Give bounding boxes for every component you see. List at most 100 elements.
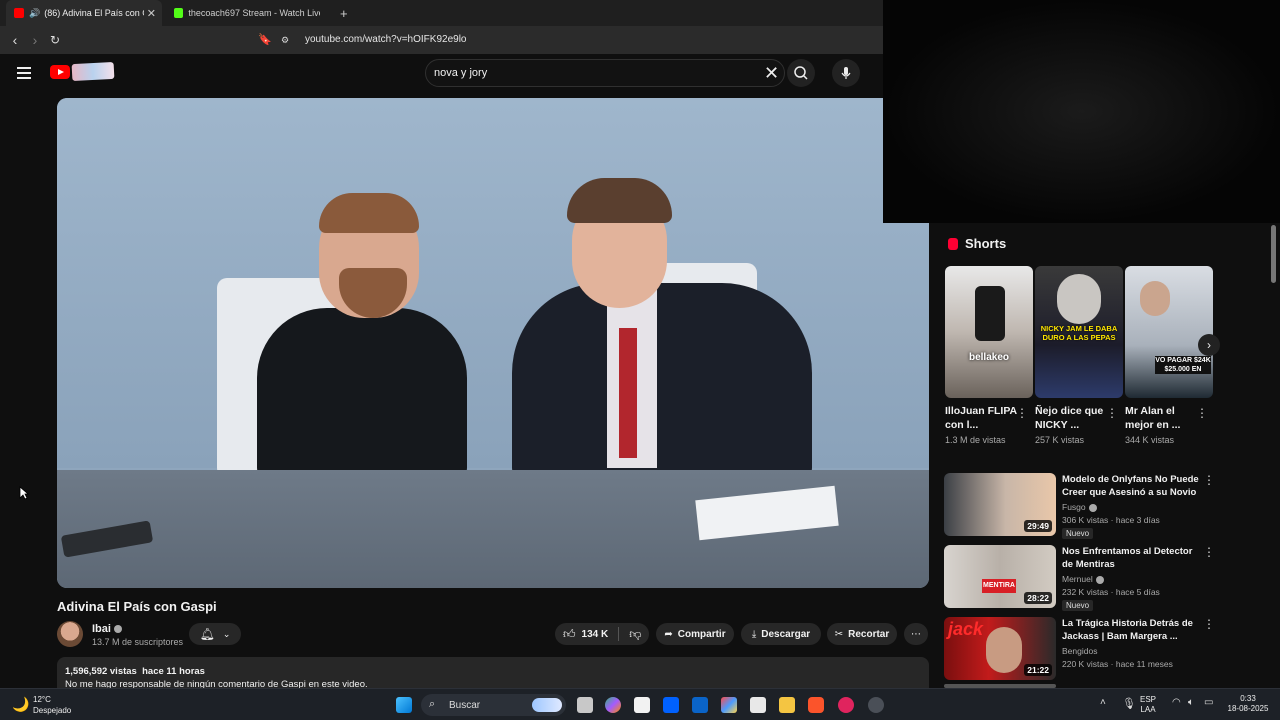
video-card-channel[interactable]: Bengidos [1062, 646, 1097, 656]
video-thumbnail[interactable]: MENTIRA 28:22 [944, 545, 1056, 608]
scissors-icon: ✂ [834, 628, 844, 640]
recommended-video[interactable]: MENTIRA 28:22 Nos Enfrentamos al Detecto… [944, 545, 1215, 611]
short-thumbnail-object [975, 286, 1005, 341]
task-view-icon[interactable] [577, 697, 593, 713]
weather-temp: 12°C [33, 695, 51, 704]
like-button[interactable]: 👍︎ 134 K [563, 627, 608, 642]
new-tab-button[interactable]: + [332, 0, 352, 26]
video-card-title[interactable]: Modelo de Onlyfans No Puede Creer que As… [1062, 473, 1202, 499]
clip-button[interactable]: ✂ Recortar [827, 623, 897, 645]
video-card-title[interactable]: La Trágica Historia Detrás de Jackass | … [1062, 617, 1202, 643]
short-overlay-text: VO PAGAR $24K $25.000 EN [1155, 356, 1211, 374]
more-vertical-icon[interactable]: ⋮ [1203, 617, 1215, 631]
tab-label: thecoach697 Stream - Watch Live on [188, 8, 320, 18]
new-badge: Nuevo [1062, 600, 1094, 611]
clock[interactable]: 0:33 18-08-2025 [1222, 694, 1274, 714]
video-title: Adivina El País con Gaspi [57, 599, 217, 614]
speaker-icon: 🔊 [29, 7, 41, 18]
search-icon [794, 66, 808, 80]
reload-icon[interactable]: ↻ [45, 30, 65, 50]
short-title[interactable]: Ñejo dice que NICKY ... [1035, 404, 1107, 432]
video-frame-person-hair [567, 178, 672, 223]
outlook-icon[interactable] [692, 697, 708, 713]
search-icon: ⌕ [429, 698, 436, 710]
dropbox-icon[interactable] [663, 697, 679, 713]
taskbar-search[interactable]: ⌕ Buscar [421, 694, 566, 716]
short-thumbnail[interactable]: NICKY JAM LE DABA DURO A LAS PEPAS [1035, 266, 1123, 398]
battery-icon[interactable]: ▭ [1204, 697, 1213, 708]
recommended-video[interactable]: jack 21:22 La Trágica Historia Detrás de… [944, 617, 1215, 681]
moon-weather-icon: 🌙 [12, 696, 30, 712]
more-vertical-icon[interactable]: ⋮ [1196, 406, 1208, 420]
media-player-icon[interactable] [838, 697, 854, 713]
short-item[interactable]: NICKY JAM LE DABA DURO A LAS PEPAS Ñejo … [1035, 266, 1123, 445]
language-indicator[interactable]: ESP LAA [1140, 695, 1156, 715]
video-thumbnail[interactable]: 29:49 [944, 473, 1056, 536]
doodle-logo-icon[interactable] [71, 61, 115, 82]
shorts-next-button[interactable]: › [1198, 334, 1220, 356]
notepad-icon[interactable] [634, 697, 650, 713]
browser-tab[interactable]: thecoach697 Stream - Watch Live on [166, 0, 328, 26]
video-thumbnail[interactable]: jack 21:22 [944, 617, 1056, 680]
youtube-header: ✕ [0, 54, 930, 92]
browser-tab-active[interactable]: 🔊 (86) Adivina El País con Gaspi ✕ [6, 0, 162, 26]
video-card-title[interactable]: Nos Enfrentamos al Detector de Mentiras [1062, 545, 1202, 571]
video-card-channel[interactable]: Mernuel [1062, 574, 1104, 584]
taskbar-search-label: Buscar [449, 699, 481, 711]
video-card-channel[interactable]: Fusgo [1062, 502, 1097, 512]
search-input[interactable] [434, 64, 734, 82]
more-vertical-icon[interactable]: ⋮ [1203, 473, 1215, 487]
forward-icon[interactable]: › [25, 30, 45, 50]
volume-icon[interactable]: 🔈︎ [1188, 697, 1194, 708]
sidebar-scrollbar[interactable] [1271, 225, 1276, 283]
file-explorer-icon[interactable] [779, 697, 795, 713]
site-info-icon[interactable]: ⚙ [280, 30, 290, 50]
microphone-icon [841, 67, 851, 79]
recommended-video[interactable]: 29:49 Modelo de Onlyfans No Puede Creer … [944, 473, 1215, 539]
short-thumbnail[interactable]: VO PAGAR $24K $25.000 EN [1125, 266, 1213, 398]
search-highlight-icon [532, 698, 562, 712]
voice-search-button[interactable] [832, 59, 860, 87]
photos-icon[interactable] [721, 697, 737, 713]
short-title[interactable]: IlloJuan FLIPA con l... [945, 404, 1017, 432]
notification-bell-button[interactable]: 🔔︎ ⌄ [189, 623, 241, 645]
download-button[interactable]: ⤓ Descargar [741, 623, 821, 645]
short-title[interactable]: Mr Alan el mejor en ... [1125, 404, 1197, 432]
short-item[interactable]: bellakeo IlloJuan FLIPA con l... 1.3 M d… [945, 266, 1033, 445]
tray-chevron-up-icon[interactable]: ˄ [1100, 697, 1106, 708]
dislike-button[interactable]: 👎︎ [629, 627, 641, 642]
hamburger-menu-icon[interactable] [17, 67, 31, 82]
share-button[interactable]: ➦ Compartir [656, 623, 734, 645]
short-item[interactable]: VO PAGAR $24K $25.000 EN Mr Alan el mejo… [1125, 266, 1213, 445]
short-views: 1.3 M de vistas [945, 435, 1006, 445]
copilot-icon[interactable] [605, 697, 621, 713]
wifi-icon[interactable]: ◠ [1172, 697, 1181, 708]
brave-browser-icon[interactable] [808, 697, 824, 713]
more-vertical-icon[interactable]: ⋮ [1016, 406, 1028, 420]
app-icon[interactable] [868, 697, 884, 713]
video-player[interactable] [57, 98, 929, 588]
close-tab-icon[interactable]: ✕ [147, 7, 156, 20]
url-text[interactable]: youtube.com/watch?v=hOIFK92e9lo [305, 30, 466, 50]
short-views: 257 K vistas [1035, 435, 1085, 445]
video-frame-person [257, 308, 467, 478]
windows-start-icon[interactable] [396, 697, 412, 713]
more-vertical-icon[interactable]: ⋮ [1106, 406, 1118, 420]
weather-widget[interactable]: 12°C Despejado [33, 694, 71, 716]
microphone-tray-icon[interactable]: 🎙︎ [1122, 697, 1136, 710]
more-actions-button[interactable]: ⋯ [904, 623, 928, 645]
search-button[interactable] [787, 59, 815, 87]
short-thumbnail[interactable]: bellakeo [945, 266, 1033, 398]
clear-search-icon[interactable]: ✕ [764, 63, 779, 83]
back-icon[interactable]: ‹ [5, 30, 25, 50]
share-label: Compartir [677, 628, 726, 640]
bookmark-icon[interactable]: 🔖 [255, 30, 275, 50]
youtube-logo-icon[interactable] [50, 65, 70, 79]
store-icon[interactable] [750, 697, 766, 713]
shorts-title: Shorts [965, 236, 1007, 251]
bell-icon: 🔔︎ [199, 627, 215, 641]
more-vertical-icon[interactable]: ⋮ [1203, 545, 1215, 559]
channel-name[interactable]: Ibai [92, 623, 122, 635]
new-badge: Nuevo [1062, 528, 1094, 539]
channel-avatar[interactable] [57, 621, 83, 647]
